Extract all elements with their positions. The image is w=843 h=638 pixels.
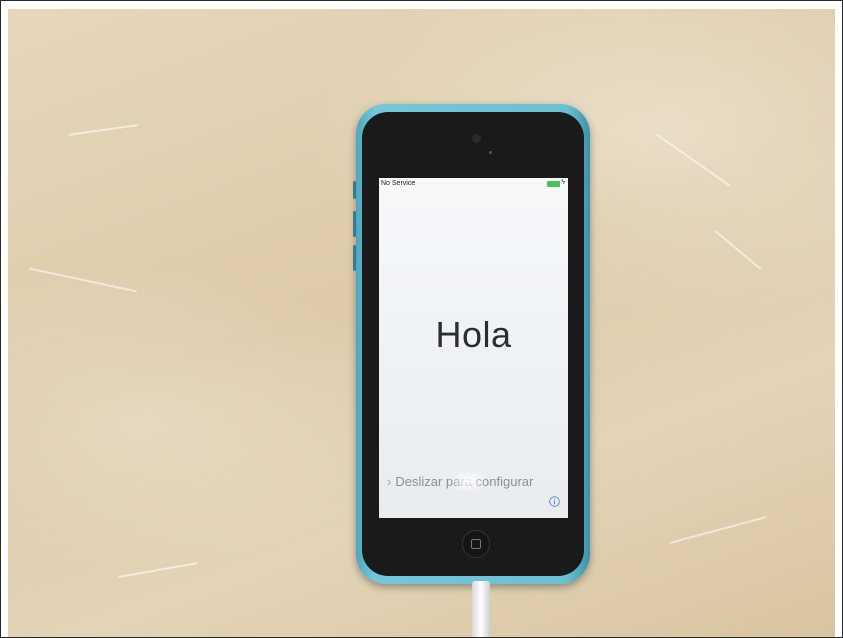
battery-icon: ϟ	[547, 179, 565, 187]
proximity-sensor	[489, 151, 492, 154]
phone-front-bezel: No Service ϟ Hola ›Deslizar para configu…	[362, 112, 584, 576]
battery-level	[547, 181, 560, 187]
carrier-label: No Service	[381, 180, 416, 187]
greeting-title: Hola	[435, 314, 512, 355]
home-button[interactable]	[462, 530, 490, 558]
surface-streak	[714, 229, 762, 271]
screen-glare	[449, 469, 487, 493]
info-icon[interactable]	[549, 496, 560, 507]
surface-streak	[669, 516, 767, 544]
status-bar: No Service ϟ	[379, 178, 568, 192]
home-button-icon	[471, 539, 481, 549]
charging-bolt-icon: ϟ	[561, 179, 565, 186]
surface-streak	[68, 124, 138, 136]
photo-frame: No Service ϟ Hola ›Deslizar para configu…	[0, 0, 843, 638]
chevron-right-icon: ›	[387, 474, 392, 489]
phone-screen[interactable]: No Service ϟ Hola ›Deslizar para configu…	[379, 178, 568, 518]
lightning-cable	[472, 581, 490, 637]
front-camera-icon	[472, 134, 481, 143]
surface-streak	[655, 133, 731, 187]
surface-streak	[28, 267, 138, 293]
surface-streak	[118, 562, 198, 578]
iphone-device: No Service ϟ Hola ›Deslizar para configu…	[356, 104, 590, 584]
